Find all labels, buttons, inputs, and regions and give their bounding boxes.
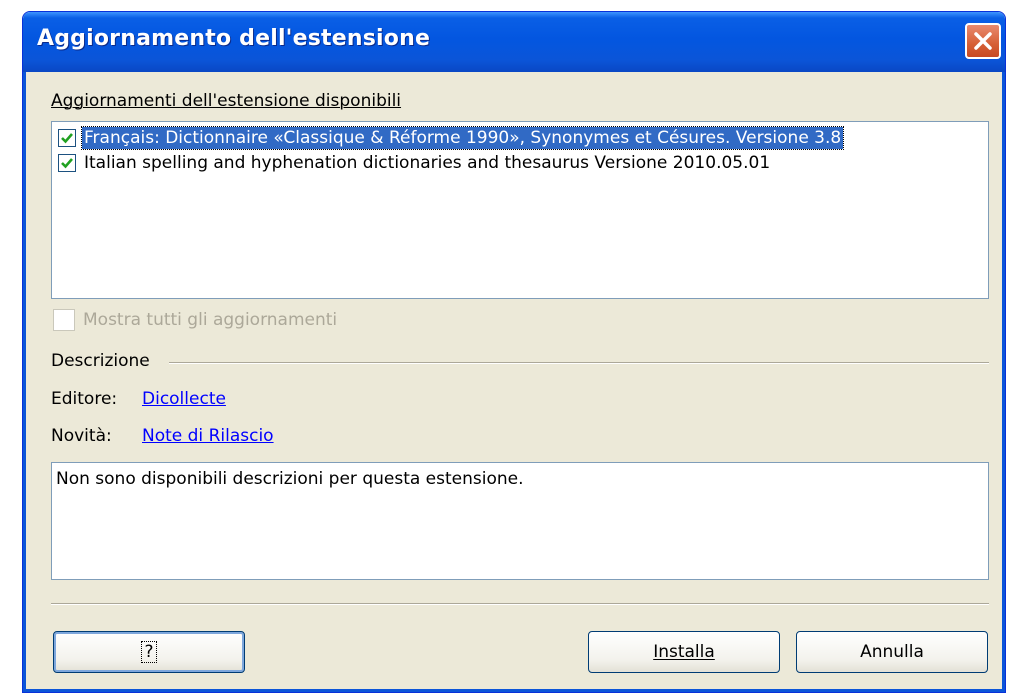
install-button-label: Installa xyxy=(653,642,715,662)
show-all-updates-label: Mostra tutti gli aggiornamenti xyxy=(83,310,338,330)
checkmark-icon xyxy=(61,158,73,169)
close-button[interactable] xyxy=(965,23,1001,59)
description-separator xyxy=(169,362,989,364)
install-button[interactable]: Installa xyxy=(588,631,780,673)
buttons-separator xyxy=(51,603,989,605)
updates-list-label-text: Aggiornamenti dell'estensione disponibil… xyxy=(51,91,402,111)
updates-listbox[interactable]: Français: Dictionnaire «Classique & Réfo… xyxy=(51,121,989,299)
update-checkbox-italian[interactable] xyxy=(58,154,76,172)
publisher-link[interactable]: Dicollecte xyxy=(142,389,226,409)
update-item-label: Français: Dictionnaire «Classique & Réfo… xyxy=(80,126,845,150)
cancel-button-label: Annulla xyxy=(860,642,924,662)
description-text: Non sono disponibili descrizioni per que… xyxy=(56,469,524,489)
update-item-francais[interactable]: Français: Dictionnaire «Classique & Réfo… xyxy=(58,126,845,150)
help-button-label: ? xyxy=(141,641,157,663)
title-bar[interactable]: Aggiornamento dell'estensione xyxy=(23,12,1005,72)
update-checkbox-francais[interactable] xyxy=(58,129,76,147)
checkmark-icon xyxy=(61,133,73,144)
release-notes-link[interactable]: Note di Rilascio xyxy=(142,426,274,446)
description-textbox[interactable]: Non sono disponibili descrizioni per que… xyxy=(51,462,989,580)
description-heading: Descrizione xyxy=(51,351,150,371)
cancel-button[interactable]: Annulla xyxy=(796,631,988,673)
show-all-updates-checkbox[interactable] xyxy=(53,309,75,331)
help-button[interactable]: ? xyxy=(53,631,245,673)
publisher-label: Editore: xyxy=(51,389,118,409)
window-title: Aggiornamento dell'estensione xyxy=(37,26,431,51)
extension-update-dialog: Aggiornamento dell'estensione Aggiorname… xyxy=(22,11,1006,693)
updates-list-label: Aggiornamenti dell'estensione disponibil… xyxy=(51,91,401,111)
update-item-label: Italian spelling and hyphenation diction… xyxy=(84,153,771,173)
show-all-updates-option[interactable]: Mostra tutti gli aggiornamenti xyxy=(53,308,339,332)
whatsnew-label: Novità: xyxy=(51,426,112,446)
update-item-italian[interactable]: Italian spelling and hyphenation diction… xyxy=(58,151,772,175)
close-icon xyxy=(974,32,992,50)
